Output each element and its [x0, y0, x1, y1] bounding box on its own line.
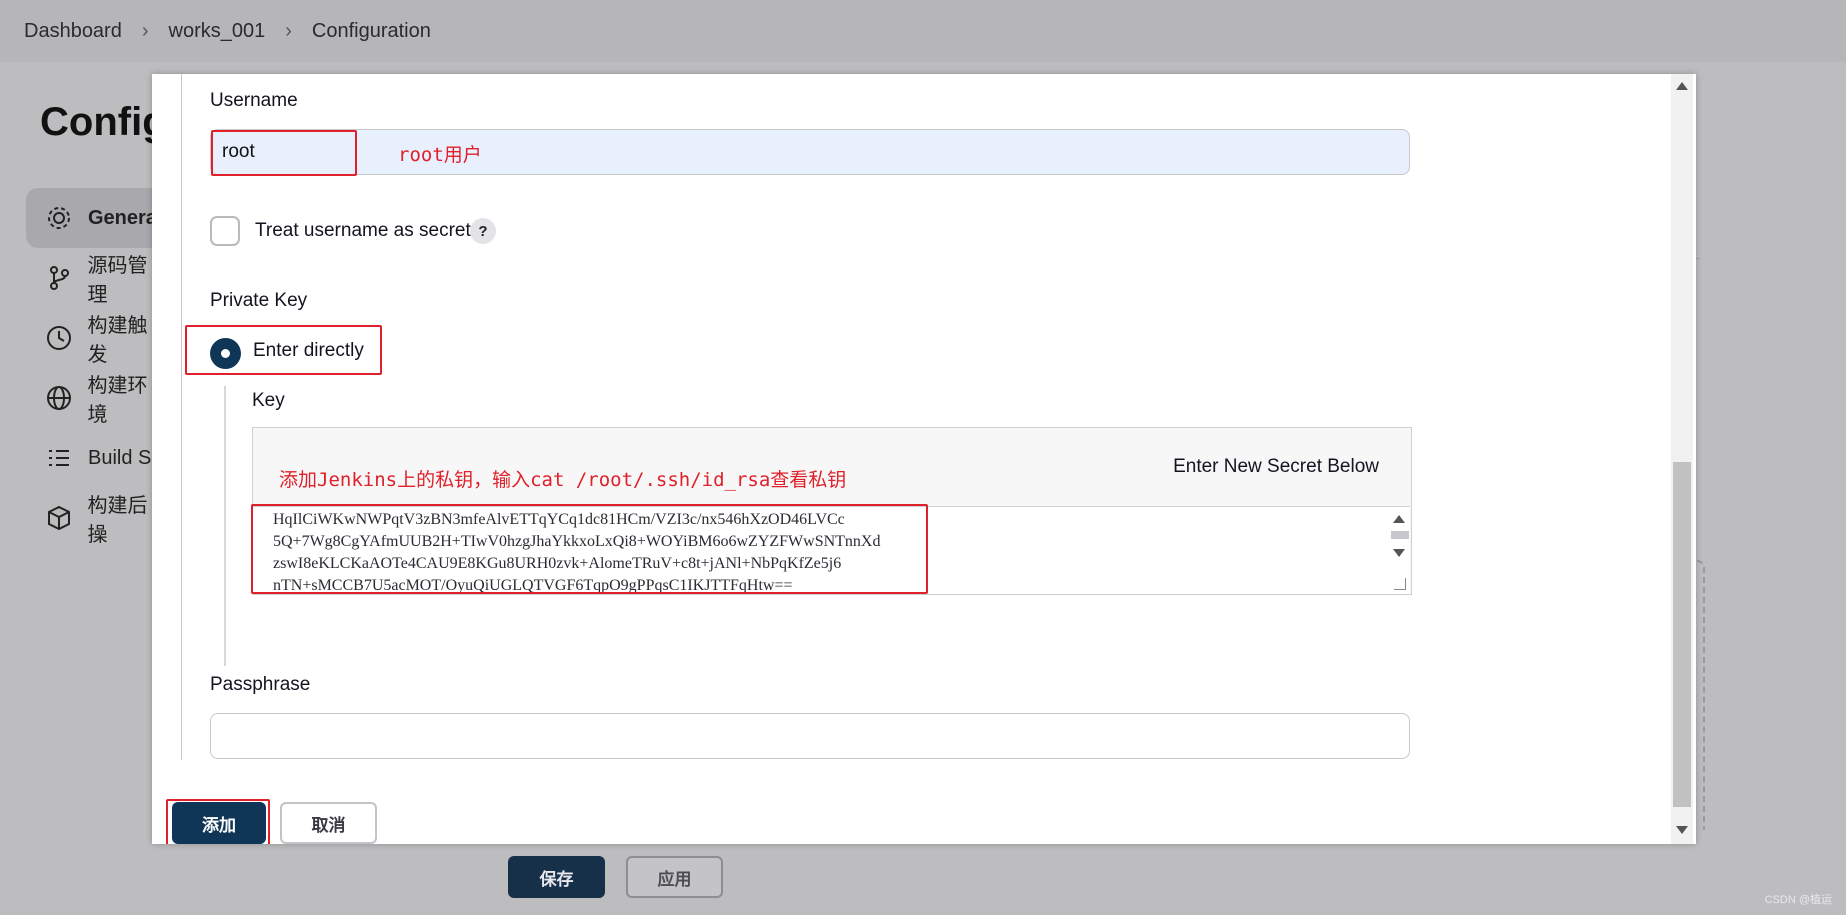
chevron-right-icon: › — [285, 19, 292, 42]
key-annotation: 添加Jenkins上的私钥，输入cat /root/.ssh/id_rsa查看私… — [279, 469, 847, 491]
help-icon[interactable]: ? — [470, 218, 496, 244]
sidebar-item-environment[interactable]: 构建环境 — [26, 368, 166, 428]
add-credentials-dialog: Username root root用户 Treat username as s… — [152, 74, 1696, 844]
globe-icon — [44, 383, 73, 413]
annotation-box — [185, 325, 382, 375]
section-outline — [1697, 560, 1705, 830]
sidebar-item-triggers[interactable]: 构建触发 — [26, 308, 166, 368]
clock-icon — [44, 323, 73, 353]
save-button[interactable]: 保存 — [508, 856, 605, 898]
treat-username-secret-label: Treat username as secret — [255, 220, 471, 241]
username-label: Username — [210, 90, 298, 111]
annotation-box — [166, 799, 270, 844]
watermark: CSDN @植运 — [1764, 894, 1832, 906]
username-annotation: root用户 — [398, 144, 482, 166]
breadcrumb-configuration[interactable]: Configuration — [312, 20, 431, 43]
sidebar-item-post-build[interactable]: 构建后操 — [26, 488, 166, 548]
breadcrumb-dashboard[interactable]: Dashboard — [24, 20, 122, 43]
breadcrumb: Dashboard › works_001 › Configuration — [0, 0, 1846, 62]
page-title: Config — [40, 100, 167, 144]
private-key-label: Private Key — [210, 290, 308, 311]
scroll-thumb[interactable] — [1391, 531, 1409, 539]
scroll-up-icon[interactable] — [1393, 515, 1405, 523]
branch-icon — [44, 263, 73, 293]
list-icon — [44, 443, 74, 473]
annotation-box — [251, 504, 928, 594]
secret-note: Enter New Secret Below — [1173, 456, 1379, 477]
chevron-right-icon: › — [141, 19, 149, 42]
sidebar-item-general[interactable]: Genera — [26, 188, 166, 248]
scroll-up-icon[interactable] — [1676, 82, 1688, 90]
annotation-box — [211, 130, 357, 176]
indent-guide — [224, 386, 226, 666]
apply-button[interactable]: 应用 — [626, 856, 723, 898]
username-input[interactable] — [210, 129, 1410, 175]
scroll-thumb[interactable] — [1673, 462, 1691, 807]
scroll-down-icon[interactable] — [1393, 549, 1405, 557]
sidebar-item-scm[interactable]: 源码管理 — [26, 248, 166, 308]
indent-guide — [181, 74, 182, 760]
breadcrumb-job[interactable]: works_001 — [169, 20, 266, 43]
treat-username-secret-checkbox[interactable] — [210, 216, 240, 246]
sidebar-item-build-steps[interactable]: Build S — [26, 428, 166, 488]
dialog-scrollbar[interactable] — [1671, 74, 1693, 844]
gear-icon — [44, 203, 74, 233]
sidebar-item-label: Build S — [88, 446, 152, 469]
cancel-button[interactable]: 取消 — [280, 802, 377, 844]
resize-handle-icon[interactable] — [1394, 578, 1406, 590]
package-icon — [44, 503, 73, 533]
scroll-down-icon[interactable] — [1676, 826, 1688, 834]
sidebar-item-label: Genera — [88, 206, 157, 229]
key-label: Key — [252, 390, 285, 411]
passphrase-label: Passphrase — [210, 674, 311, 695]
sidebar: Genera 源码管理 构建触发 构建环境 Build S 构建后操 — [26, 188, 166, 548]
passphrase-input[interactable] — [210, 713, 1410, 759]
